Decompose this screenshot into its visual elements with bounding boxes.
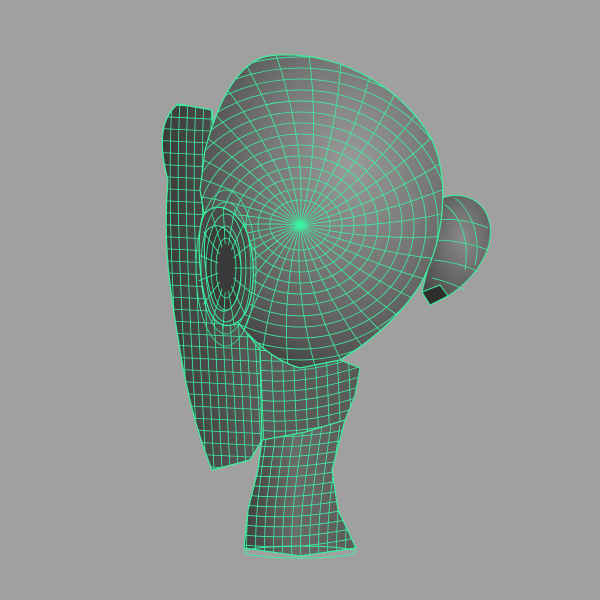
3d-viewport[interactable]	[0, 0, 600, 600]
front-ear[interactable]	[195, 189, 257, 347]
head-mesh-canvas[interactable]	[0, 0, 600, 600]
